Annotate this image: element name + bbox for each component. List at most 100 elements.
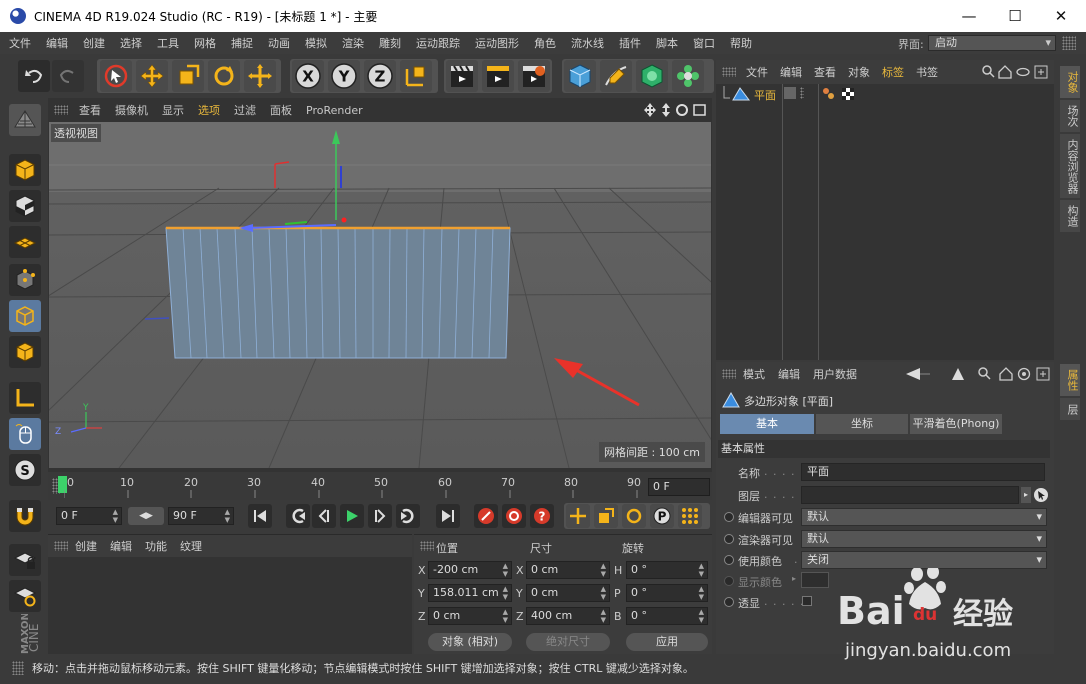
- maximize-button[interactable]: ☐: [992, 0, 1038, 32]
- cloner-button[interactable]: [672, 60, 704, 92]
- snap-button[interactable]: S: [9, 454, 41, 486]
- vtab-layers[interactable]: 层: [1060, 398, 1080, 420]
- rotate-tool-button[interactable]: [208, 60, 240, 92]
- object-menu-objects[interactable]: 对象: [842, 64, 876, 80]
- spin-arrows-icon[interactable]: ▲ ▼: [503, 608, 508, 624]
- attribute-menu-edit[interactable]: 编辑: [771, 366, 806, 382]
- render-view-button[interactable]: [446, 60, 478, 92]
- apply-button[interactable]: 应用: [626, 633, 708, 651]
- display-color-animate-radio[interactable]: [724, 576, 734, 586]
- model-mode-button[interactable]: [9, 154, 41, 186]
- size-y-field[interactable]: 0 cm ▲ ▼: [526, 584, 610, 602]
- key-point-level-button[interactable]: [678, 504, 702, 528]
- viewport-menu-prorender[interactable]: ProRender: [299, 104, 370, 117]
- close-button[interactable]: ✕: [1038, 0, 1084, 32]
- attribute-menu-user-data[interactable]: 用户数据: [806, 366, 863, 382]
- viewport-view-label[interactable]: 透视视图: [51, 124, 101, 142]
- attribute-nav-icons[interactable]: [906, 367, 1052, 381]
- cube-object-button[interactable]: [564, 60, 596, 92]
- key-scale-button[interactable]: [594, 504, 618, 528]
- object-list[interactable]: 平面: [716, 84, 1054, 360]
- menu-select[interactable]: 选择: [111, 35, 148, 51]
- next-frame-button[interactable]: [368, 504, 392, 528]
- position-y-field[interactable]: 158.011 cm ▲ ▼: [428, 584, 512, 602]
- menu-script[interactable]: 脚本: [647, 35, 684, 51]
- live-selection-button[interactable]: [100, 60, 132, 92]
- menu-file[interactable]: 文件: [0, 35, 37, 51]
- spin-arrows-icon[interactable]: ▲ ▼: [601, 562, 606, 578]
- material-menu-texture[interactable]: 纹理: [173, 538, 208, 554]
- menu-mograph[interactable]: 运动图形: [466, 35, 525, 51]
- viewport-menu-view[interactable]: 查看: [72, 102, 108, 118]
- play-button[interactable]: [340, 504, 364, 528]
- material-grip-icon[interactable]: [54, 541, 68, 551]
- name-input[interactable]: 平面: [801, 463, 1045, 481]
- recent-tool-button[interactable]: [244, 60, 276, 92]
- object-menu-file[interactable]: 文件: [740, 64, 774, 80]
- vtab-content-browser[interactable]: 内容浏览器: [1060, 134, 1080, 198]
- material-list-area[interactable]: [48, 557, 412, 655]
- tab-coordinates[interactable]: 坐标: [816, 414, 908, 434]
- menu-help[interactable]: 帮助: [721, 35, 758, 51]
- menu-snap[interactable]: 捕捉: [222, 35, 259, 51]
- attribute-menu-mode[interactable]: 模式: [736, 366, 771, 382]
- vtab-takes[interactable]: 场次: [1060, 100, 1080, 132]
- position-z-field[interactable]: 0 cm ▲ ▼: [428, 607, 512, 625]
- perspective-viewport[interactable]: Y Z 透视视图 网格间距 : 100 cm: [49, 122, 711, 468]
- render-to-picture-viewer-button[interactable]: [482, 60, 514, 92]
- material-menu-function[interactable]: 功能: [138, 538, 173, 554]
- material-menu-edit[interactable]: 编辑: [103, 538, 138, 554]
- rotation-b-field[interactable]: 0 ° ▲ ▼: [626, 607, 708, 625]
- menu-character[interactable]: 角色: [525, 35, 562, 51]
- xray-checkbox[interactable]: [802, 596, 812, 606]
- end-frame-field[interactable]: 90 F ▲ ▼: [168, 507, 234, 525]
- spin-arrows-icon[interactable]: ▲ ▼: [225, 508, 230, 524]
- object-manager-grip-icon[interactable]: [722, 67, 736, 77]
- next-key-button[interactable]: [396, 504, 420, 528]
- previous-frame-button[interactable]: [312, 504, 336, 528]
- menu-simulate[interactable]: 模拟: [296, 35, 333, 51]
- editor-visible-dropdown[interactable]: 默认: [801, 508, 1047, 526]
- edges-mode-button[interactable]: [9, 300, 41, 332]
- visibility-toggle[interactable]: [784, 87, 796, 99]
- vtab-objects[interactable]: 对象: [1060, 66, 1080, 98]
- x-axis-lock-button[interactable]: X: [292, 60, 324, 92]
- object-menu-edit[interactable]: 编辑: [774, 64, 808, 80]
- workplane-mode-button[interactable]: [9, 226, 41, 258]
- y-axis-lock-button[interactable]: Y: [328, 60, 360, 92]
- subdivision-surface-button[interactable]: [636, 60, 668, 92]
- timeline-ruler[interactable]: 0 10 20 30 40 50 60 70 80 90 0 F: [48, 472, 712, 500]
- go-to-end-button[interactable]: [436, 504, 460, 528]
- magnet-button[interactable]: [9, 500, 41, 532]
- tab-phong[interactable]: 平滑着色(Phong): [910, 414, 1002, 434]
- menu-window[interactable]: 窗口: [684, 35, 721, 51]
- viewport-grip-icon[interactable]: [54, 105, 68, 115]
- make-editable-button[interactable]: [9, 104, 41, 136]
- object-menu-bookmarks[interactable]: 书签: [910, 64, 944, 80]
- spin-arrows-icon[interactable]: ▲ ▼: [503, 585, 508, 601]
- menu-plugins[interactable]: 插件: [610, 35, 647, 51]
- render-visible-dropdown[interactable]: 默认: [801, 530, 1047, 548]
- spin-arrows-icon[interactable]: ▲ ▼: [699, 562, 704, 578]
- frame-range-slider-button[interactable]: ◀▶: [128, 507, 164, 525]
- menu-create[interactable]: 创建: [74, 35, 111, 51]
- spin-arrows-icon[interactable]: ▲ ▼: [699, 585, 704, 601]
- previous-key-button[interactable]: [286, 504, 310, 528]
- menu-sculpt[interactable]: 雕刻: [370, 35, 407, 51]
- viewport-menu-filter[interactable]: 过滤: [227, 102, 263, 118]
- display-color-expand-icon[interactable]: ▸: [792, 574, 796, 583]
- material-menu-create[interactable]: 创建: [68, 538, 103, 554]
- plane-object[interactable]: [165, 226, 511, 359]
- menu-pipeline[interactable]: 流水线: [562, 35, 610, 51]
- redo-button[interactable]: [52, 60, 84, 92]
- menu-mesh[interactable]: 网格: [185, 35, 222, 51]
- xray-animate-radio[interactable]: [724, 597, 734, 607]
- undo-button[interactable]: [18, 60, 50, 92]
- current-frame-field[interactable]: 0 F: [648, 478, 710, 496]
- size-mode-dropdown[interactable]: 绝对尺寸: [526, 633, 610, 651]
- render-visible-animate-radio[interactable]: [724, 534, 734, 544]
- layout-dropdown[interactable]: 启动: [928, 35, 1056, 51]
- enable-axis-button[interactable]: [9, 382, 41, 414]
- polygons-mode-button[interactable]: [9, 336, 41, 368]
- tweak-mode-button[interactable]: [9, 418, 41, 450]
